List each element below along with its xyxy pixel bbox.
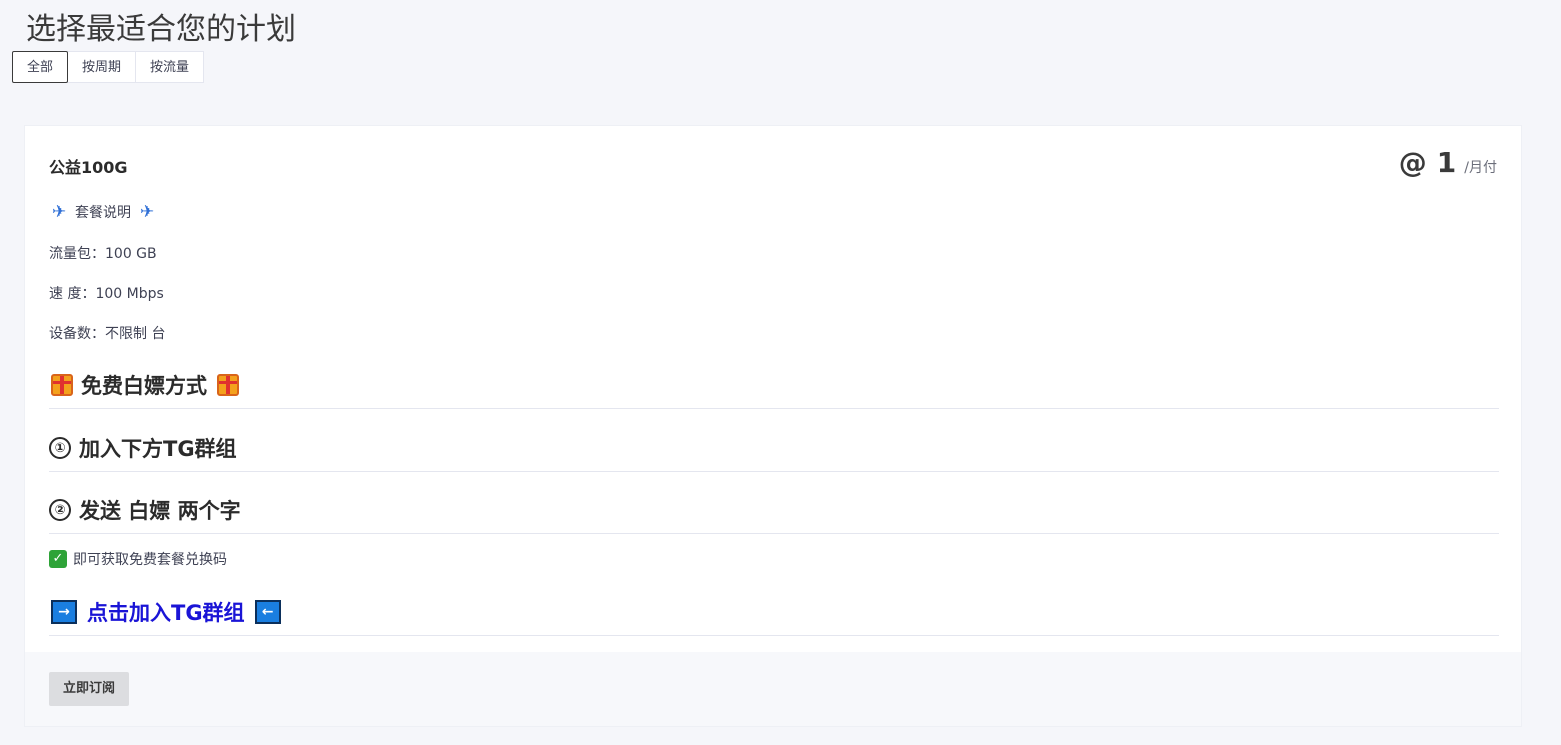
gift-icon	[217, 374, 239, 396]
step-2-heading: ② 发送 白嫖 两个字	[49, 495, 1499, 534]
airplane-icon: ✈	[139, 202, 155, 222]
step-1-text: 加入下方TG群组	[79, 437, 237, 461]
tab-all[interactable]: 全部	[12, 51, 69, 83]
price-amount: 1	[1436, 146, 1457, 179]
description-title-row: ✈ 套餐说明 ✈	[49, 202, 163, 222]
plan-card-footer: 立即订阅	[25, 652, 1521, 726]
join-tg-link[interactable]: → 点击加入TG群组 ←	[49, 597, 1499, 636]
step-2-text: 发送 白嫖 两个字	[79, 499, 241, 523]
plan-name: 公益100G	[49, 158, 128, 177]
tab-by-period[interactable]: 按周期	[67, 51, 137, 83]
step-number-2: ②	[49, 499, 71, 521]
page-title: 选择最适合您的计划	[26, 12, 296, 47]
gift-icon	[51, 374, 73, 396]
result-text: 即可获取免费套餐兑换码	[73, 552, 227, 568]
step-1-heading: ① 加入下方TG群组	[49, 433, 1499, 472]
speed-line: 速 度：100 Mbps	[49, 286, 164, 302]
join-tg-link-text[interactable]: 点击加入TG群组	[87, 597, 245, 627]
plan-card: 公益100G @ 1 /月付 ✈ 套餐说明 ✈ 流量包：100 GB 速 度：1…	[24, 125, 1522, 727]
traffic-line: 流量包：100 GB	[49, 246, 157, 262]
free-method-text: 免费白嫖方式	[81, 374, 207, 398]
arrow-right-icon: →	[51, 600, 77, 624]
free-method-heading: 免费白嫖方式	[49, 370, 1499, 409]
arrow-left-icon: ←	[254, 600, 281, 624]
price-unit: /月付	[1464, 160, 1497, 176]
result-line: ✓ 即可获取免费套餐兑换码	[49, 549, 227, 569]
devices-line: 设备数：不限制 台	[49, 326, 166, 342]
check-mark-icon: ✓	[49, 550, 67, 568]
airplane-icon: ✈	[51, 202, 67, 222]
description-title: 套餐说明	[75, 205, 131, 221]
step-number-1: ①	[49, 437, 71, 459]
tab-by-traffic[interactable]: 按流量	[135, 51, 205, 83]
plan-filter-tabs: 全部 按周期 按流量	[12, 51, 205, 83]
plan-price: @ 1 /月付	[1399, 146, 1497, 179]
subscribe-button[interactable]: 立即订阅	[49, 672, 130, 706]
price-symbol: @	[1398, 146, 1427, 179]
